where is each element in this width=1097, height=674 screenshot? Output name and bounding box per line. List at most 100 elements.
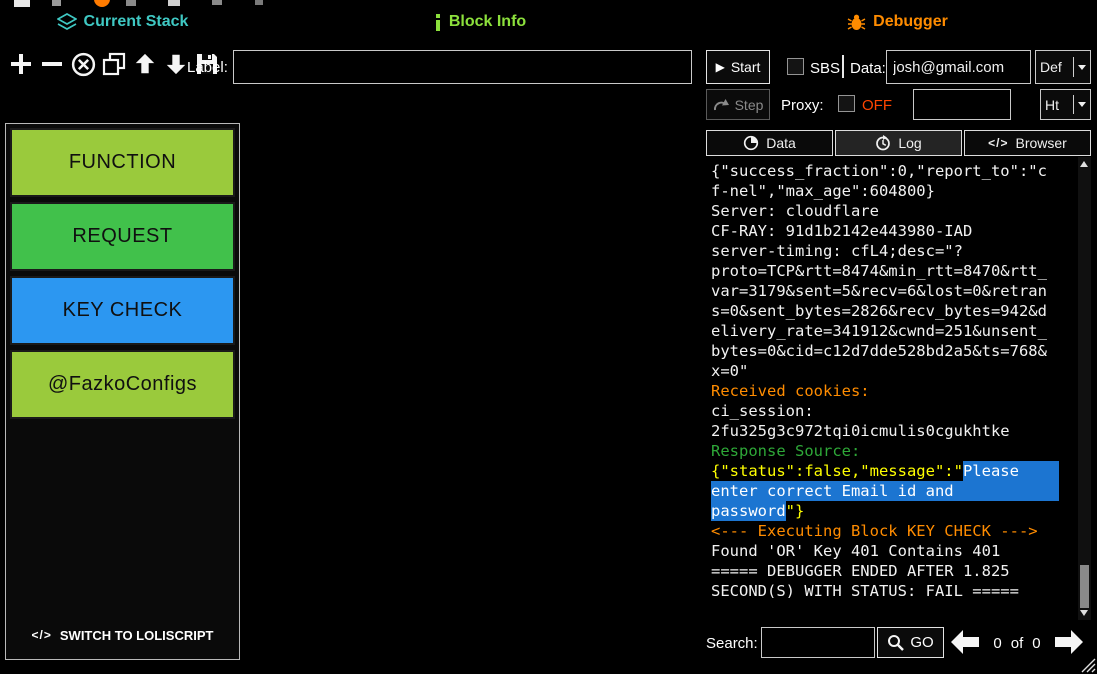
proxy-type-value: Ht <box>1041 97 1073 113</box>
clone-block-button[interactable] <box>100 49 128 79</box>
log-line: CF-RAY: 91d1b2142e443980-IAD <box>711 221 1059 241</box>
log-line: Response Source: <box>711 441 1059 461</box>
go-button[interactable]: GO <box>877 627 944 658</box>
sbs-label: SBS <box>810 60 840 77</box>
search-icon <box>887 634 904 651</box>
start-button[interactable]: ▶ Start <box>706 50 770 84</box>
log-line: password"} <box>711 501 1059 521</box>
log-line: {"success_fraction":0,"report_to":"c <box>711 161 1059 181</box>
log-output[interactable]: {"success_fraction":0,"report_to":"cf-ne… <box>706 157 1078 620</box>
log-line: Server: cloudflare <box>711 201 1059 221</box>
move-down-button[interactable] <box>162 49 190 79</box>
pie-chart-icon <box>743 135 759 151</box>
match-pager: 0 of 0 <box>984 635 1050 652</box>
stack-block[interactable]: REQUEST <box>10 202 235 271</box>
log-line: ci_session: <box>711 401 1059 421</box>
log-line: ===== DEBUGGER ENDED AFTER 1.825 <box>711 561 1059 581</box>
stack-block-list: FUNCTIONREQUESTKEY CHECK@FazkoConfigs <box>6 124 239 423</box>
arrow-up-icon <box>133 51 157 77</box>
log-line: SECOND(S) WITH STATUS: FAIL ===== <box>711 581 1059 601</box>
menu-icon-partial <box>168 0 180 6</box>
log-line: {"status":false,"message":"Please <box>711 461 1059 481</box>
arrow-right-icon <box>1053 629 1085 655</box>
redo-arrow-icon <box>713 98 729 112</box>
play-icon: ▶ <box>716 61 725 73</box>
search-input[interactable] <box>761 627 875 658</box>
arrow-down-icon <box>164 51 188 77</box>
log-line: x=0" <box>711 361 1059 381</box>
log-line: f-nel","max_age":604800} <box>711 181 1059 201</box>
log-line: s=0&sent_bytes=2826&recv_bytes=942&d <box>711 301 1059 321</box>
match-separator: of <box>1011 635 1024 652</box>
tab-browser[interactable]: </> Browser <box>964 130 1091 156</box>
current-stack-title: Current Stack <box>84 13 189 31</box>
chevron-down-icon <box>1074 65 1090 70</box>
tab-data[interactable]: Data <box>706 130 833 156</box>
log-line: Found 'OR' Key 401 Contains 401 <box>711 541 1059 561</box>
move-up-button[interactable] <box>131 49 159 79</box>
plus-icon <box>8 51 34 77</box>
info-icon <box>434 14 442 31</box>
stack-panel: FUNCTIONREQUESTKEY CHECK@FazkoConfigs </… <box>5 123 240 660</box>
debugger-tabs: Data Log </> Browser <box>706 130 1091 156</box>
menu-icon-partial <box>212 0 222 5</box>
code-icon: </> <box>988 136 1008 150</box>
step-button[interactable]: Step <box>706 89 770 120</box>
scroll-down-icon[interactable] <box>1080 610 1088 616</box>
next-match-button[interactable] <box>1052 629 1086 657</box>
proxy-input[interactable] <box>913 89 1011 120</box>
menu-icon-partial <box>126 0 136 6</box>
circle-x-icon <box>70 51 97 78</box>
match-total: 0 <box>1032 635 1040 652</box>
block-label-caption: Label: <box>187 59 228 76</box>
menu-icon-partial <box>14 0 30 7</box>
log-line: enter correct Email id and <box>711 481 1059 501</box>
add-block-button[interactable] <box>7 49 35 79</box>
log-line: Received cookies: <box>711 381 1059 401</box>
match-current: 0 <box>993 635 1001 652</box>
log-line: bytes=0&cid=c12d7dde528bd2a5&ts=768& <box>711 341 1059 361</box>
proxy-type-dropdown[interactable]: Ht <box>1040 89 1091 120</box>
minus-icon <box>39 51 65 77</box>
divider <box>842 55 844 78</box>
log-scrollbar[interactable] <box>1078 157 1091 620</box>
proxy-checkbox[interactable] <box>838 95 855 112</box>
resize-grip[interactable] <box>1081 658 1096 673</box>
stack-block[interactable]: KEY CHECK <box>10 276 235 345</box>
remove-block-button[interactable] <box>38 49 66 79</box>
stack-block[interactable]: @FazkoConfigs <box>10 350 235 419</box>
log-line: elivery_rate=341912&cwnd=251&unsent_ <box>711 321 1059 341</box>
tab-log[interactable]: Log <box>835 130 962 156</box>
data-type-dropdown[interactable]: Def <box>1035 50 1091 84</box>
log-line: var=3179&sent=5&recv=6&lost=0&retran <box>711 281 1059 301</box>
bug-icon <box>847 14 866 31</box>
block-info-header: Block Info <box>290 13 670 31</box>
history-icon <box>875 135 891 151</box>
block-label-input[interactable] <box>233 50 692 84</box>
current-stack-header: Current Stack <box>0 13 245 31</box>
scrollbar-thumb[interactable] <box>1080 565 1089 608</box>
disable-block-button[interactable] <box>69 49 97 79</box>
menu-icon-partial <box>255 0 263 5</box>
stack-icon <box>57 13 77 31</box>
logo-partial <box>94 0 110 7</box>
data-label: Data: <box>850 60 886 77</box>
block-info-title: Block Info <box>449 13 526 31</box>
log-line: <--- Executing Block KEY CHECK ---> <box>711 521 1059 541</box>
stack-block[interactable]: FUNCTION <box>10 128 235 197</box>
log-line: 2fu325g3c972tqi0icmulis0cgukhtke <box>711 421 1059 441</box>
chevron-down-icon <box>1074 102 1090 107</box>
data-input[interactable] <box>886 50 1031 84</box>
debugger-header: Debugger <box>750 13 1045 31</box>
debugger-title: Debugger <box>873 13 948 31</box>
log-line: server-timing: cfL4;desc="? <box>711 241 1059 261</box>
switch-to-loliscript-button[interactable]: </> SWITCH TO LOLISCRIPT <box>9 613 236 657</box>
data-type-value: Def <box>1036 59 1073 75</box>
log-line: proto=TCP&rtt=8474&min_rtt=8470&rtt_ <box>711 261 1059 281</box>
menu-icon-partial <box>52 0 61 6</box>
sbs-checkbox[interactable] <box>787 58 804 75</box>
previous-match-button[interactable] <box>948 629 982 657</box>
proxy-status: OFF <box>862 97 892 114</box>
scroll-up-icon[interactable] <box>1080 161 1088 167</box>
code-icon: </> <box>32 628 52 642</box>
